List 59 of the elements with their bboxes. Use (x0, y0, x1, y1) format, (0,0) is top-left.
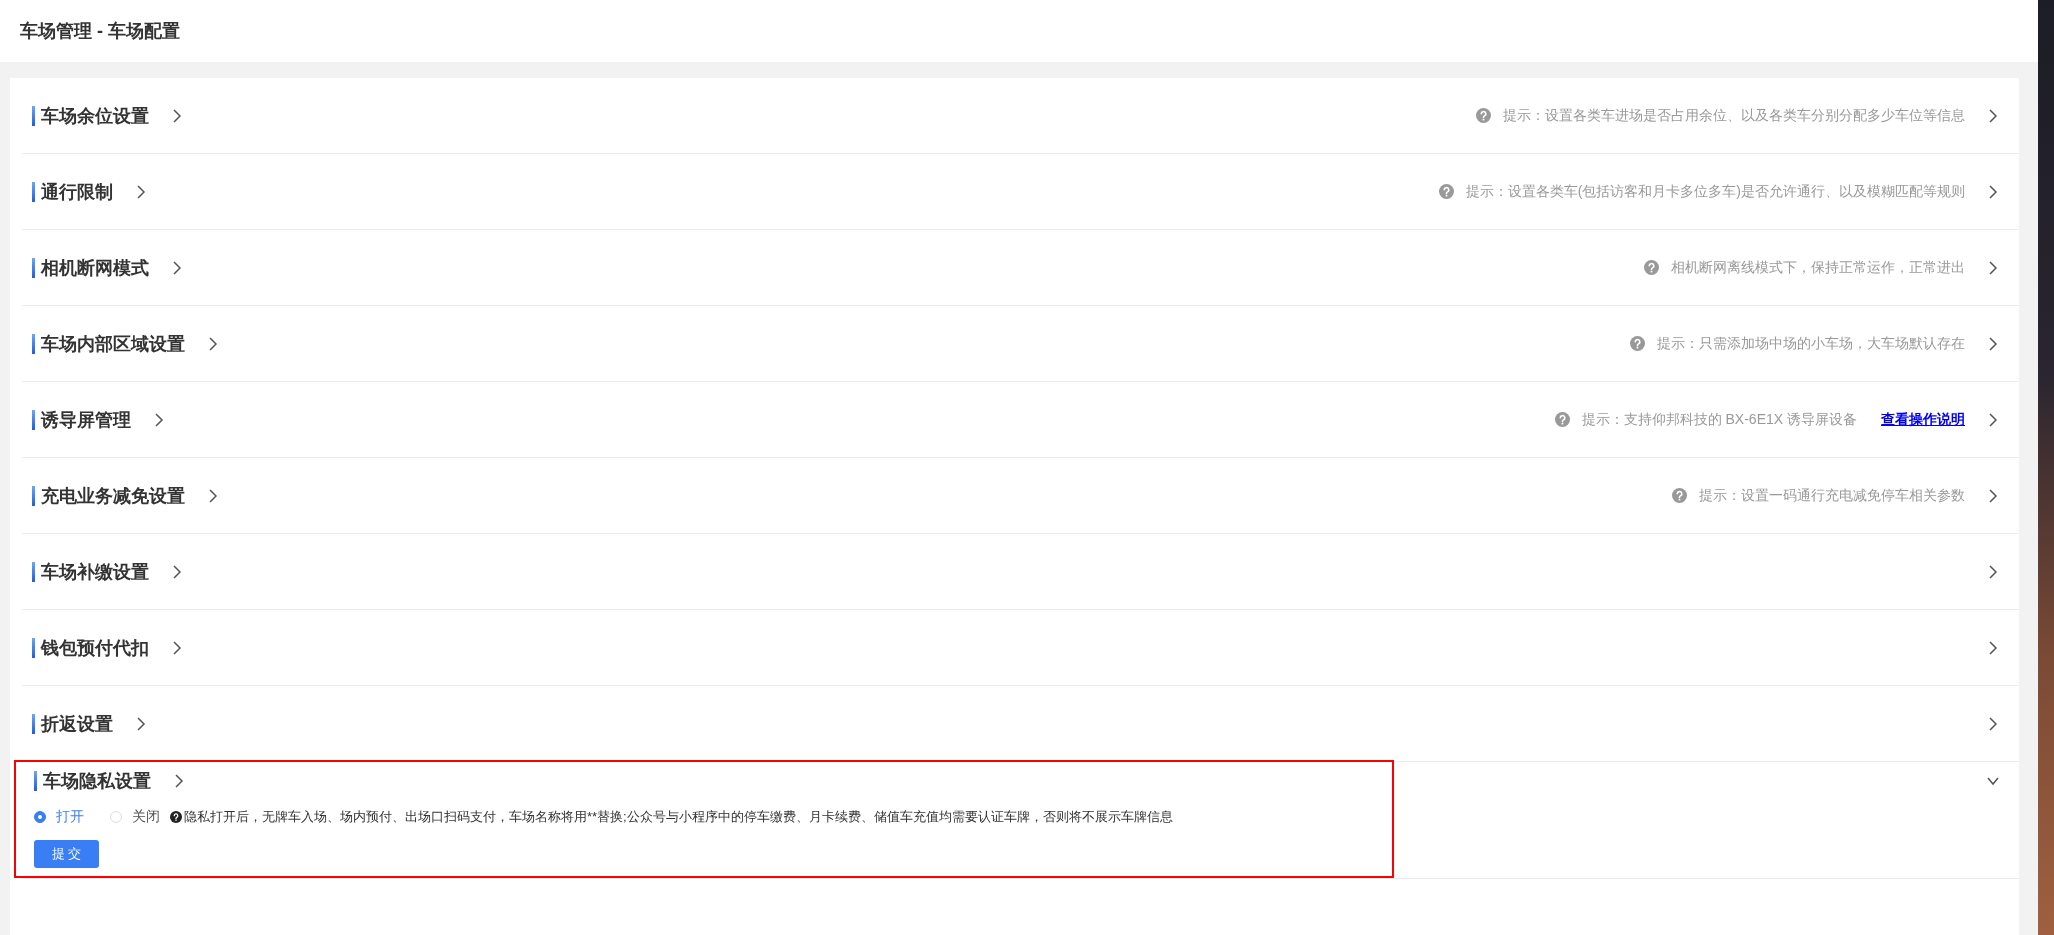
help-icon (1672, 488, 1687, 503)
chevron-icon[interactable] (1987, 716, 1999, 731)
accent-bar (32, 409, 35, 430)
help-icon (1644, 260, 1659, 275)
chevron-icon[interactable] (1987, 564, 1999, 579)
help-icon (1438, 184, 1454, 199)
accent-bar (34, 771, 37, 791)
section-title[interactable]: 充电业务减免设置 (41, 483, 185, 508)
section-title[interactable]: 折返设置 (41, 711, 113, 736)
accent-bar (32, 485, 35, 506)
radio-button[interactable] (34, 811, 46, 823)
section-title[interactable]: 通行限制 (41, 179, 113, 204)
accent-bar (32, 181, 35, 202)
chevron-icon[interactable] (135, 184, 147, 199)
chevron-icon[interactable] (1987, 108, 1999, 123)
section-title[interactable]: 诱导屏管理 (41, 407, 131, 432)
radio-label[interactable]: 关闭 (132, 808, 160, 826)
hint-text: 相机断网离线模式下，保持正常运作，正常进出 (1671, 258, 1965, 277)
hint-text: 提示：设置各类车(包括访客和月卡多位多车)是否允许通行、以及模糊匹配等规则 (1465, 182, 1965, 201)
chevron-icon[interactable] (171, 260, 183, 275)
radio-label[interactable]: 打开 (56, 808, 84, 826)
chevron-icon[interactable] (135, 716, 147, 731)
chevron-icon[interactable] (171, 108, 183, 123)
hint-text: 提示：支持仰邦科技的 BX-6E1X 诱导屏设备 (1581, 410, 1857, 429)
section-title[interactable]: 车场隐私设置 (43, 769, 151, 793)
chevron-icon[interactable] (153, 412, 165, 427)
accent-bar (32, 637, 35, 658)
section-title[interactable]: 车场内部区域设置 (41, 331, 185, 356)
section-title[interactable]: 钱包预付代扣 (41, 635, 149, 660)
chevron-icon[interactable] (207, 336, 219, 351)
accent-bar (32, 105, 35, 126)
chevron-icon[interactable] (171, 640, 183, 655)
chevron-icon[interactable] (1987, 640, 1999, 655)
chevron-icon[interactable] (207, 488, 219, 503)
chevron-icon[interactable] (1987, 336, 1999, 351)
help-icon (1630, 336, 1645, 351)
chevron-icon[interactable] (1987, 488, 1999, 503)
chevron-icon[interactable] (1987, 184, 1999, 199)
section-title[interactable]: 车场补缴设置 (41, 559, 149, 584)
chevron-icon[interactable] (171, 564, 183, 579)
accent-bar (32, 561, 35, 582)
accent-bar (32, 333, 35, 354)
accent-bar (32, 713, 35, 734)
page-title: 车场管理 - 车场配置 (20, 20, 180, 43)
chevron-icon[interactable] (1987, 412, 1999, 427)
guide-link[interactable]: 查看操作说明 (1881, 410, 1965, 429)
privacy-note: 隐私打开后，无牌车入场、场内预付、出场口扫码支付，车场名称将用**替换;公众号与小程序中的停车缴费、月卡续费、储值车充值均需要认证车牌，否则将不展示车牌信息 (184, 808, 1173, 826)
hint-text: 提示：只需添加场中场的小车场，大车场默认存在 (1657, 334, 1965, 353)
help-icon (1476, 108, 1491, 123)
help-icon (170, 811, 182, 823)
chevron-icon[interactable] (173, 774, 185, 788)
accent-bar (32, 257, 35, 278)
chevron-icon[interactable] (1987, 260, 1999, 275)
section-title[interactable]: 车场余位设置 (41, 103, 149, 128)
section-title[interactable]: 相机断网模式 (41, 255, 149, 280)
hint-text: 提示：设置一码通行充电减免停车相关参数 (1699, 486, 1965, 505)
help-icon (1554, 412, 1570, 427)
submit-button[interactable]: 提 交 (34, 840, 99, 868)
hint-text: 提示：设置各类车进场是否占用余位、以及各类车分别分配多少车位等信息 (1503, 106, 1965, 125)
